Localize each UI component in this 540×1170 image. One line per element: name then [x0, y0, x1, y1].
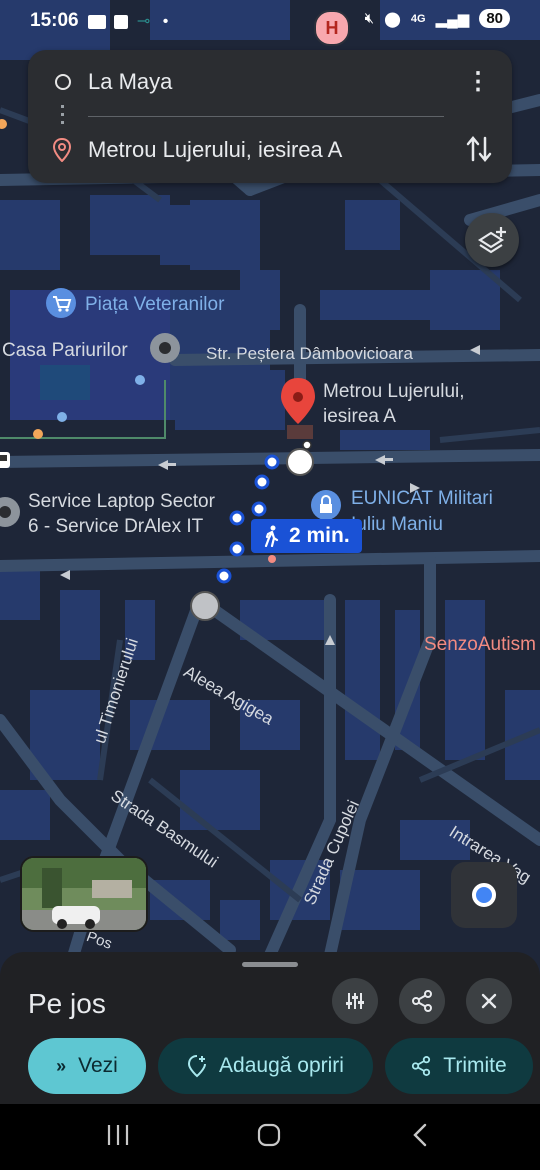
shopping-cart-icon — [46, 288, 76, 318]
map-label-casa[interactable]: Casa Pariurilor — [2, 340, 128, 362]
add-location-icon — [188, 1055, 207, 1078]
map-label-eunicat-1[interactable]: EUNICAT Militari — [351, 488, 493, 510]
map-label-service-1[interactable]: Service Laptop Sector — [28, 491, 215, 513]
status-right: 🔇︎ ⬤ 4G ▂▄▆ 80 — [365, 9, 510, 28]
add-stops-button[interactable]: Adaugă opriri — [158, 1038, 373, 1094]
swap-icon[interactable] — [466, 134, 492, 164]
field-divider — [88, 116, 444, 117]
map-label-street-pestera: Str. Peștera Dâmbovicioara — [206, 344, 413, 363]
status-time: 15:06 — [30, 10, 79, 31]
map-label-piata[interactable]: Piața Veteranilor — [85, 294, 224, 316]
destination-pin-small-icon — [52, 138, 72, 162]
mute-icon: 🔇︎ — [364, 10, 375, 27]
travel-mode-title: Pe jos — [28, 988, 106, 1019]
origin-point — [190, 591, 220, 621]
transit-icon — [0, 452, 10, 468]
sheet-drag-handle[interactable] — [242, 962, 298, 967]
share-round-button[interactable] — [399, 978, 445, 1024]
map-label-service-2[interactable]: 6 - Service DrAlex IT — [28, 516, 203, 538]
walk-time-text: 2 min. — [289, 524, 350, 547]
destination-field[interactable]: Metrou Lujerului, iesirea A — [88, 137, 342, 163]
options-button[interactable] — [332, 978, 378, 1024]
route-card: La Maya ⋮ Metrou Lujerului, iesirea A — [28, 50, 512, 183]
street-view-thumbnail[interactable] — [20, 856, 148, 932]
signal-icon: ▂▄▆ — [435, 10, 470, 28]
bottom-sheet: Pe jos » Vezi Adaugă opriri Trimite — [0, 952, 540, 1104]
key-icon: ⊸ — [136, 13, 155, 30]
home-icon[interactable] — [256, 1122, 282, 1148]
my-location-icon — [472, 883, 496, 907]
start-button-label: Vezi — [78, 1054, 118, 1077]
street-view-image — [22, 858, 146, 930]
lock-pin-icon — [311, 490, 341, 520]
start-button[interactable]: » Vezi — [28, 1038, 146, 1094]
my-location-button[interactable] — [451, 862, 517, 928]
double-chevron-icon: » — [56, 1055, 67, 1076]
route-dots-divider — [61, 105, 64, 127]
location-icon: ⬤ — [384, 10, 401, 28]
gallery-icon — [88, 14, 106, 29]
walk-time-chip[interactable]: 2 min. — [251, 519, 362, 553]
share-button[interactable]: Trimite — [385, 1038, 533, 1094]
recents-icon[interactable] — [106, 1122, 130, 1148]
notification-icons: ⊸ • — [88, 11, 172, 31]
close-button[interactable] — [466, 978, 512, 1024]
share-icon — [412, 990, 432, 1012]
battery-indicator: 80 — [479, 9, 510, 28]
layers-button[interactable] — [465, 213, 519, 267]
origin-field[interactable]: La Maya — [88, 69, 172, 95]
status-bar: 15:06 ⊸ • 🔇︎ ⬤ 4G ▂▄▆ 80 — [0, 0, 540, 44]
map-label-senzo[interactable]: SenzoAutism — [424, 634, 536, 656]
destination-point — [286, 448, 314, 476]
network-label: 4G — [410, 12, 426, 25]
map-label-eunicat-2[interactable]: Iuliu Maniu — [351, 514, 443, 536]
casa-pin-icon — [150, 333, 180, 363]
back-icon[interactable] — [410, 1122, 430, 1148]
share-pill-icon — [412, 1056, 431, 1076]
add-stops-label: Adaugă opriri — [219, 1054, 344, 1077]
system-navigation-bar — [0, 1104, 540, 1170]
close-icon — [481, 993, 497, 1009]
share-button-label: Trimite — [443, 1054, 507, 1077]
h-badge: H — [314, 10, 350, 46]
square-icon — [114, 14, 129, 29]
map-label-destination-2[interactable]: iesirea A — [323, 406, 396, 428]
walking-person-icon — [264, 525, 279, 547]
more-options-icon[interactable]: ⋮ — [466, 68, 490, 98]
tune-icon — [346, 993, 364, 1009]
layers-icon — [477, 227, 506, 254]
dot-icon: • — [162, 13, 173, 30]
origin-circle-icon — [55, 74, 71, 90]
map-label-destination-1[interactable]: Metrou Lujerului, — [323, 381, 465, 403]
